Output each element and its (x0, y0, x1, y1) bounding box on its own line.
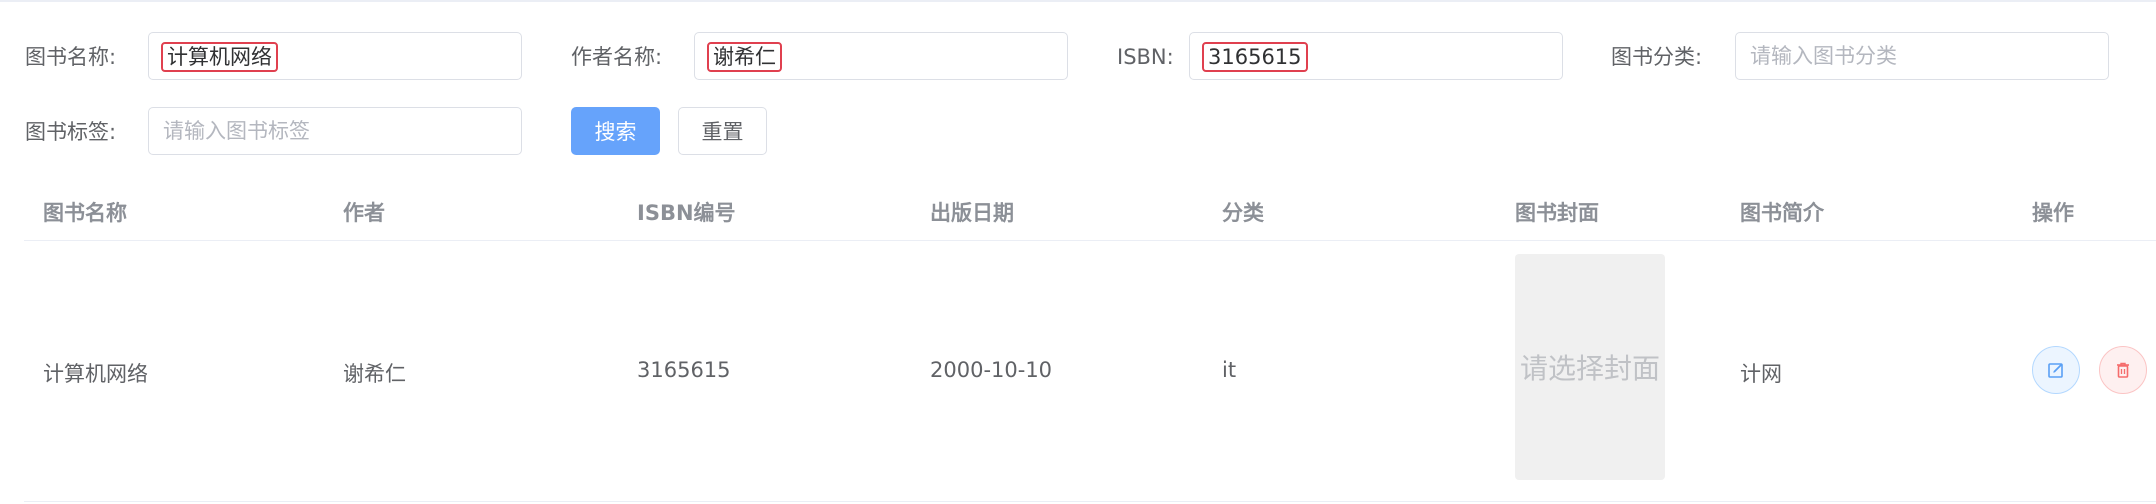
tag-placeholder: 请输入图书标签 (163, 119, 310, 143)
trash-icon (2117, 362, 2129, 378)
col-header-actions: 操作 (2032, 201, 2074, 225)
search-button[interactable]: 搜索 (571, 107, 660, 155)
book-name-input[interactable]: 计算机网络 (148, 32, 522, 80)
isbn-input[interactable]: 3165615 (1189, 32, 1563, 80)
cell-date: 2000-10-10 (930, 358, 1053, 382)
cell-name: 计算机网络 (43, 362, 148, 386)
tag-input[interactable]: 请输入图书标签 (148, 107, 522, 155)
top-divider (0, 0, 2156, 2)
cell-author: 谢希仁 (343, 362, 406, 386)
table-row-divider (24, 501, 2156, 502)
col-header-author: 作者 (343, 201, 385, 225)
isbn-value: 3165615 (1202, 42, 1308, 72)
author-label: 作者名称: (571, 45, 663, 69)
delete-button[interactable] (2099, 346, 2147, 394)
tag-label: 图书标签: (25, 120, 117, 144)
col-header-name: 图书名称 (43, 201, 127, 225)
category-placeholder: 请输入图书分类 (1750, 44, 1897, 68)
cover-upload[interactable]: 请选择封面 (1515, 254, 1665, 480)
book-name-label: 图书名称: (25, 45, 117, 69)
col-header-isbn: ISBN编号 (637, 201, 736, 225)
category-input[interactable]: 请输入图书分类 (1735, 32, 2109, 80)
isbn-label: ISBN: (1117, 45, 1174, 69)
cell-category: it (1222, 358, 1237, 382)
edit-icon (2048, 363, 2063, 378)
cell-isbn: 3165615 (637, 358, 731, 382)
table-header-divider (24, 240, 2156, 241)
book-name-value: 计算机网络 (161, 42, 278, 72)
col-header-category: 分类 (1222, 201, 1264, 225)
col-header-intro: 图书简介 (1740, 201, 1824, 225)
col-header-cover: 图书封面 (1515, 201, 1599, 225)
reset-button[interactable]: 重置 (678, 107, 767, 155)
cell-intro: 计网 (1740, 362, 1782, 386)
col-header-date: 出版日期 (930, 201, 1014, 225)
category-label: 图书分类: (1611, 45, 1703, 69)
author-input[interactable]: 谢希仁 (694, 32, 1068, 80)
edit-button[interactable] (2032, 346, 2080, 394)
author-value: 谢希仁 (707, 42, 782, 72)
